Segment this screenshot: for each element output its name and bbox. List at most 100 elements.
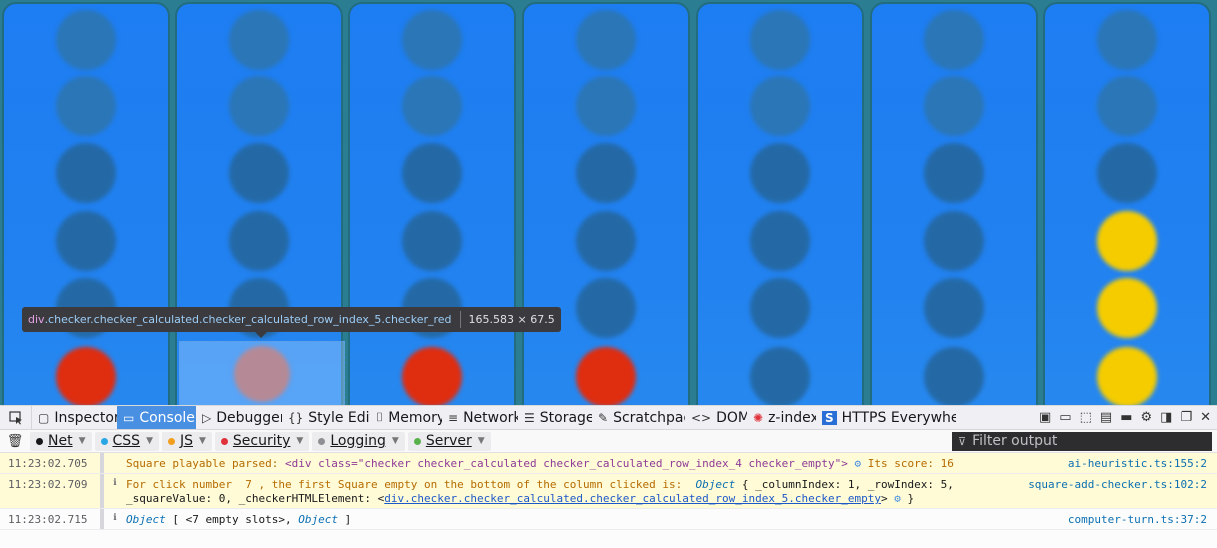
tab-inspector[interactable]: ▢ Inspector [32,406,117,429]
checker-empty-light [56,10,116,70]
checker-empty-light [750,10,810,70]
https-everywhere-icon: S [822,410,837,425]
inspector-tooltip: div .checker.checker_calculated.checker_c… [22,307,561,332]
checker-empty-light [576,10,636,70]
checker-empty [750,211,810,271]
checker-empty-light [402,10,462,70]
checker-yellow [1097,278,1157,338]
devtools-toolbar-icons: ▣ ▭ ⬚ ▤ ▬ ⚙ ◨ ❐ ✕ [1039,406,1217,429]
tab-console[interactable]: ▭ Console [117,406,196,429]
board-column-3[interactable] [348,2,516,405]
debugger-icon: ▷ [202,410,212,425]
checker-empty [576,143,636,203]
tab-network[interactable]: ≡ Network [442,406,518,429]
tab-z-index[interactable]: ✺ z-index [747,406,816,429]
info-icon: ℹ [113,478,117,488]
checker-empty [56,143,116,203]
object-body: { _columnIndex: 1, _rowIndex: 5, [735,478,954,491]
measure-icon[interactable]: ▬ [1120,410,1132,425]
tab-style-editor[interactable]: {} Style Editor [282,406,370,429]
separate-window-icon[interactable]: ❐ [1180,410,1192,425]
paint-flashing-icon[interactable]: ▤ [1100,410,1112,425]
console-message[interactable]: 11:23:02.715 ℹ Object [ <7 empty slots>,… [0,509,1217,530]
console-message[interactable]: 11:23:02.705 Square playable parsed: <di… [0,453,1217,474]
object-label[interactable]: Object [126,513,166,526]
checker-empty-light [56,76,116,136]
element-picker-icon[interactable] [0,406,32,429]
message-source-link[interactable]: square-add-checker.ts:102:2 [1028,478,1207,491]
tooltip-tag: div [28,313,45,326]
filter-security-button[interactable]: Security ▼ [214,431,310,451]
js-dot-icon [167,437,175,445]
tab-debugger[interactable]: ▷ Debugger [196,406,282,429]
filter-output-input[interactable]: ⊽ Filter output [952,431,1212,451]
split-console-icon[interactable]: ▣ [1039,410,1051,425]
console-icon: ▭ [123,410,135,425]
checker-empty-light [576,76,636,136]
checker-empty-light [924,10,984,70]
settings-gear-icon[interactable]: ⚙ [1140,410,1152,425]
tab-label: Network [463,409,518,426]
object-label[interactable]: Object [298,513,338,526]
chevron-down-icon: ▼ [146,436,153,446]
checker-empty-light [402,76,462,136]
network-icon: ≡ [448,410,459,425]
filter-funnel-icon: ⊽ [958,434,967,448]
trash-icon[interactable]: 🗑 [0,434,30,449]
checker-empty [750,278,810,338]
close-icon[interactable]: ✕ [1200,410,1211,425]
net-dot-icon [36,437,43,445]
checker-empty [924,143,984,203]
filter-server-button[interactable]: Server ▼ [407,431,491,451]
tab-label: z-index [768,409,816,426]
filter-net-button[interactable]: Net ▼ [30,431,92,451]
tab-https-everywhere[interactable]: S HTTPS Everywhere [816,406,956,429]
board-column-6[interactable] [870,2,1038,405]
tab-label: DOM [716,409,747,426]
checker-empty [576,278,636,338]
filter-logging-button[interactable]: Logging ▼ [312,431,405,451]
message-source-link[interactable]: ai-heuristic.ts:155:2 [1068,457,1207,470]
checker-empty [576,211,636,271]
tab-dom[interactable]: <> DOM [685,406,747,429]
dom-icon: <> [691,410,712,425]
gear-icon[interactable]: ⚙ [894,492,901,505]
tab-label: Console [139,409,195,426]
dom-node-link[interactable]: div.checker.checker_calculated.checker_c… [384,492,881,505]
board-column-4[interactable] [522,2,690,405]
highlighted-checker [234,346,290,402]
checker-empty [924,278,984,338]
dock-side-icon[interactable]: ◨ [1160,410,1172,425]
board-column-1[interactable] [2,2,170,405]
console-message[interactable]: 11:23:02.709 ℹ For click number 7 , the … [0,474,1217,509]
tab-scratchpad[interactable]: ✎ Scratchpad [592,406,685,429]
scratchpad-icon: ✎ [598,410,609,425]
security-dot-icon [220,437,228,445]
board-column-5[interactable] [696,2,864,405]
message-html-node[interactable]: <div class="checker checker_calculated c… [285,457,848,470]
message-text: Its score: 16 [861,457,954,470]
object-label[interactable]: Object [696,478,736,491]
message-text: For click number 7 , the first Square em… [126,478,696,491]
filter-js-button[interactable]: JS ▼ [161,431,212,451]
chevron-down-icon: ▼ [391,436,399,446]
filter-css-button[interactable]: CSS ▼ [94,431,159,451]
screenshot-icon[interactable]: ⬚ [1080,410,1092,425]
tooltip-arrow [255,332,267,338]
style-editor-icon: {} [288,410,304,425]
tooltip-classes: .checker.checker_calculated.checker_calc… [44,313,452,326]
board-column-7[interactable] [1043,2,1211,405]
tab-memory[interactable]: ⌷ Memory [370,406,442,429]
checker-empty [750,347,810,405]
info-icon: ℹ [113,513,117,523]
checker-empty-light [750,76,810,136]
checker-empty-light [1097,10,1157,70]
checker-empty [56,211,116,271]
devtools-tabs: ▢ Inspector ▭ Console ▷ Debugger {} Style Edito… [32,406,956,429]
checker-empty-light [229,76,289,136]
message-source-link[interactable]: computer-turn.ts:37:2 [1068,513,1207,526]
checker-empty-light [1097,76,1157,136]
responsive-design-icon[interactable]: ▭ [1059,410,1071,425]
checker-empty-light [924,76,984,136]
tab-storage[interactable]: ☰ Storage [518,406,592,429]
